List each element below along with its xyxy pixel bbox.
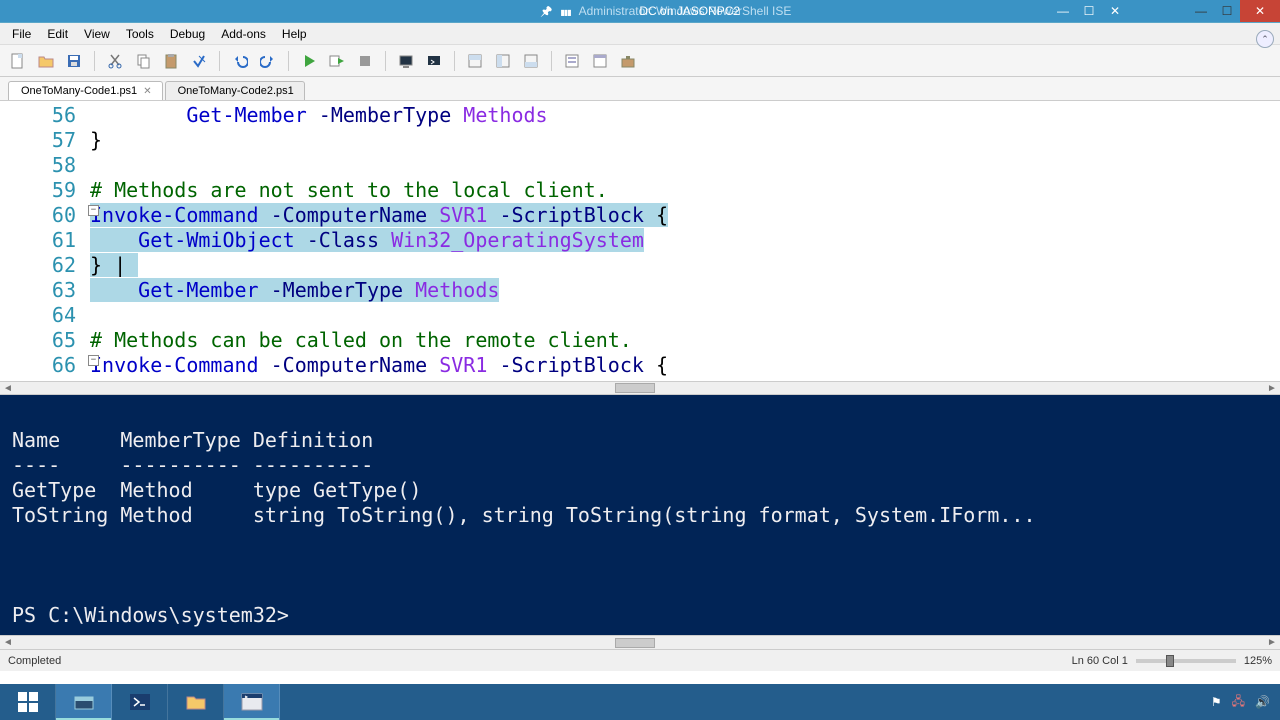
explorer-button[interactable] — [168, 684, 224, 720]
open-file-button[interactable] — [34, 49, 58, 73]
cursor-position: Ln 60 Col 1 — [1072, 655, 1128, 667]
scroll-left-icon[interactable]: ◄ — [0, 383, 16, 394]
redo-button[interactable] — [256, 49, 280, 73]
close-inner-button[interactable]: ✕ — [1102, 0, 1128, 22]
maximize-inner-button[interactable]: ☐ — [1076, 0, 1102, 22]
menu-help[interactable]: Help — [274, 25, 315, 43]
remote-session-button[interactable] — [422, 49, 446, 73]
sound-icon[interactable]: 🔊 — [1255, 695, 1270, 709]
menu-file[interactable]: File — [4, 25, 39, 43]
menu-edit[interactable]: Edit — [39, 25, 76, 43]
toolbar: ⌃ — [0, 45, 1280, 77]
system-tray[interactable]: ⚑ 🖧 🔊 — [1201, 684, 1280, 720]
stop-button[interactable] — [353, 49, 377, 73]
copy-button[interactable] — [131, 49, 155, 73]
menu-tools[interactable]: Tools — [118, 25, 162, 43]
minimize-inner-button[interactable]: — — [1050, 0, 1076, 22]
minimize-outer-button[interactable]: — — [1188, 0, 1214, 22]
console-pane[interactable]: Name MemberType Definition ---- --------… — [0, 395, 1280, 635]
layout-script-button[interactable] — [463, 49, 487, 73]
ise-window: File Edit View Tools Debug Add-ons Help … — [0, 22, 1280, 671]
cut-button[interactable] — [103, 49, 127, 73]
layout-split-button[interactable] — [491, 49, 515, 73]
scroll-right-icon[interactable]: ► — [1264, 637, 1280, 648]
vm-title: DC on JASONPC2 — [639, 4, 740, 18]
menu-addons[interactable]: Add-ons — [213, 25, 274, 43]
menu-debug[interactable]: Debug — [162, 25, 213, 43]
tab-file-1[interactable]: OneToMany-Code1.ps1 ✕ — [8, 81, 163, 100]
show-command-addon-button[interactable] — [588, 49, 612, 73]
show-command-button[interactable] — [560, 49, 584, 73]
menu-view[interactable]: View — [76, 25, 118, 43]
scroll-left-icon[interactable]: ◄ — [0, 637, 16, 648]
console-horizontal-scrollbar[interactable]: ◄ ► — [0, 635, 1280, 649]
layout-console-button[interactable] — [519, 49, 543, 73]
save-button[interactable] — [62, 49, 86, 73]
run-button[interactable] — [297, 49, 321, 73]
close-tab-icon[interactable]: ✕ — [143, 86, 151, 97]
script-editor[interactable]: 5657585960616263646566−− Get-Member -Mem… — [0, 101, 1280, 381]
status-text: Completed — [8, 655, 61, 667]
run-selection-button[interactable] — [325, 49, 349, 73]
signal-icon — [560, 4, 570, 18]
scroll-thumb[interactable] — [615, 638, 655, 648]
scroll-right-icon[interactable]: ► — [1264, 383, 1280, 394]
network-icon[interactable]: 🖧 — [1232, 692, 1245, 713]
new-file-button[interactable] — [6, 49, 30, 73]
new-remote-button[interactable] — [394, 49, 418, 73]
tab-label: OneToMany-Code1.ps1 — [21, 85, 137, 97]
powershell-button[interactable] — [112, 684, 168, 720]
editor-horizontal-scrollbar[interactable]: ◄ ► — [0, 381, 1280, 395]
collapse-script-pane-button[interactable]: ⌃ — [1256, 30, 1274, 48]
tab-label: OneToMany-Code2.ps1 — [178, 85, 294, 97]
tab-file-2[interactable]: OneToMany-Code2.ps1 — [165, 81, 305, 100]
server-manager-button[interactable] — [56, 684, 112, 720]
taskbar: ⚑ 🖧 🔊 — [0, 684, 1280, 720]
tab-strip: OneToMany-Code1.ps1 ✕ OneToMany-Code2.ps1 — [0, 77, 1280, 101]
flag-icon[interactable]: ⚑ — [1211, 695, 1222, 709]
paste-button[interactable] — [159, 49, 183, 73]
vm-connection-titlebar: Administrator: Windows PowerShell ISE DC… — [0, 0, 1280, 22]
undo-button[interactable] — [228, 49, 252, 73]
zoom-slider[interactable] — [1136, 659, 1236, 663]
scroll-thumb[interactable] — [615, 383, 655, 393]
pin-icon[interactable] — [540, 4, 552, 18]
powershell-ise-button[interactable] — [224, 684, 280, 720]
zoom-level: 125% — [1244, 655, 1272, 667]
start-button[interactable] — [0, 684, 56, 720]
toolbox-button[interactable] — [616, 49, 640, 73]
status-bar: Completed Ln 60 Col 1 125% — [0, 649, 1280, 671]
maximize-outer-button[interactable]: ☐ — [1214, 0, 1240, 22]
menubar: File Edit View Tools Debug Add-ons Help — [0, 23, 1280, 45]
clear-button[interactable] — [187, 49, 211, 73]
close-outer-button[interactable]: ✕ — [1240, 0, 1280, 22]
